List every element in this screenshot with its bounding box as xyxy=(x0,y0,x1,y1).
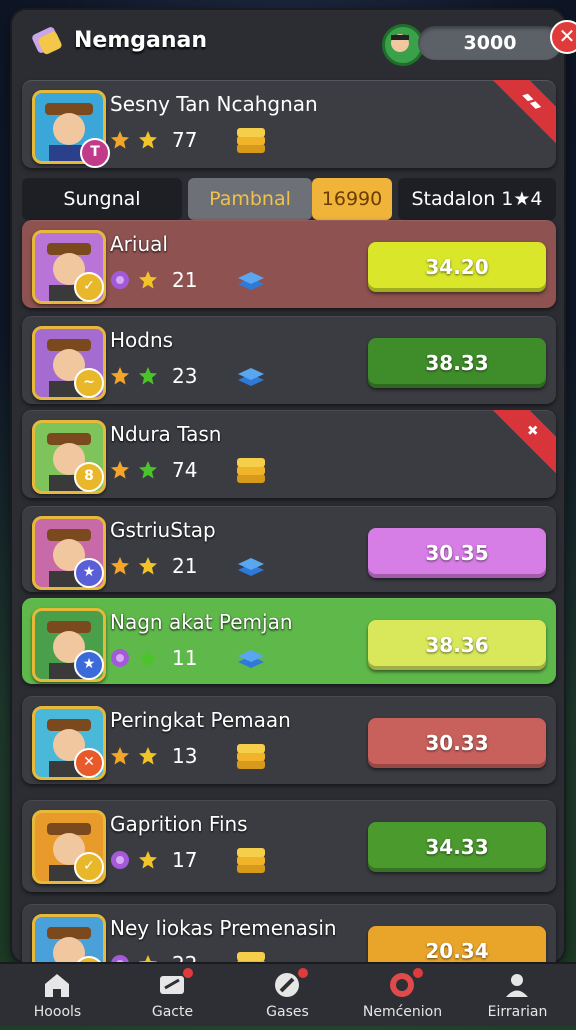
player-row[interactable]: ✓ Ariual 21 34.20 xyxy=(22,220,556,308)
nav-label: Gacte xyxy=(151,1004,194,1020)
corner-ribbon: ✚ xyxy=(487,410,556,476)
rank-badge: ★ xyxy=(74,558,104,588)
score-button[interactable]: 30.35 xyxy=(368,528,546,578)
player-row[interactable]: ~ Hodns 23 38.33 xyxy=(22,316,556,404)
blue-crystal-icon xyxy=(238,650,264,668)
tab-pambnal[interactable]: Pambnal xyxy=(188,178,312,220)
star-icon xyxy=(111,131,129,149)
star-icon xyxy=(139,747,157,765)
player-row[interactable]: 8 Ndura Tasn 74 ✚ xyxy=(22,410,556,498)
rank-badge: ✓ xyxy=(74,272,104,302)
notification-dot xyxy=(183,968,193,978)
notification-dot xyxy=(413,968,423,978)
rank-badge: 8 xyxy=(74,462,104,492)
player-stat: 17 xyxy=(172,848,198,872)
nav-label: Eirrarian xyxy=(487,1004,548,1020)
profile-name: Sesny Tan Ncahgnan xyxy=(110,92,318,116)
score-button[interactable]: 34.33 xyxy=(368,822,546,872)
rank-badge: ~ xyxy=(74,368,104,398)
player-name: Gaprition Fins xyxy=(110,812,248,836)
nav-item[interactable]: Nemćenion xyxy=(345,964,460,1026)
player-stat: 21 xyxy=(172,554,198,578)
rank-badge: ★ xyxy=(74,650,104,680)
coin-balance: 3000 xyxy=(418,26,562,60)
player-row[interactable]: ★ GstriuStap 21 30.35 xyxy=(22,506,556,592)
nav-item[interactable]: Gases xyxy=(230,964,345,1026)
page-title: Nemganan xyxy=(74,28,208,53)
star-icon xyxy=(111,461,129,479)
score-button[interactable]: 30.33 xyxy=(368,718,546,768)
star-icon xyxy=(139,649,157,667)
player-stat: 21 xyxy=(172,268,198,292)
player-stat: 23 xyxy=(172,364,198,388)
purple-gem-icon xyxy=(111,271,129,289)
star-icon xyxy=(111,367,129,385)
tab-count[interactable]: 16990 xyxy=(312,178,392,220)
bottom-navigation: Hoools Gacte Gases Nemćenion Eirrarian xyxy=(0,962,576,1026)
corner-ribbon: ▰▰ xyxy=(487,80,556,146)
filter-tabs: Sungnal Pambnal 16990 Stadalon 1★4 xyxy=(22,178,556,220)
player-name: Ariual xyxy=(110,232,168,256)
rank-badge: ✕ xyxy=(74,748,104,778)
close-button[interactable]: ✕ xyxy=(550,20,576,54)
star-icon xyxy=(111,557,129,575)
coin-stack-icon xyxy=(237,128,265,153)
star-icon xyxy=(111,747,129,765)
player-name: Ney Iiokas Premenasin xyxy=(110,916,337,940)
player-stat: 13 xyxy=(172,744,198,768)
nav-item[interactable]: Hoools xyxy=(0,964,115,1026)
player-name: Ndura Tasn xyxy=(110,422,222,446)
player-stat: 74 xyxy=(172,458,198,482)
score-button[interactable]: 38.33 xyxy=(368,338,546,388)
blue-crystal-icon xyxy=(238,272,264,290)
home-icon xyxy=(45,974,69,997)
notification-dot xyxy=(298,968,308,978)
user-face-icon xyxy=(391,34,409,52)
profile-card[interactable]: T Sesny Tan Ncahgnan 77 ▰▰ xyxy=(22,80,556,168)
profile-score: 77 xyxy=(172,128,198,152)
coin-stack-icon xyxy=(237,744,265,769)
blue-crystal-icon xyxy=(238,368,264,386)
player-name: Peringkat Pemaan xyxy=(110,708,291,732)
nav-label: Nemćenion xyxy=(362,1004,443,1020)
purple-gem-icon xyxy=(111,851,129,869)
header-bar: Nemganan 3000 ✕ xyxy=(12,14,576,72)
nav-item[interactable]: Gacte xyxy=(115,964,230,1026)
coin-stack-icon xyxy=(237,848,265,873)
tab-sungnal[interactable]: Sungnal xyxy=(22,178,182,220)
nav-item[interactable]: Eirrarian xyxy=(460,964,575,1026)
score-button[interactable]: 38.36 xyxy=(368,620,546,670)
player-row[interactable]: ★ Nagn akat Pemjan 11 38.36 xyxy=(22,598,556,684)
star-icon xyxy=(139,851,157,869)
star-icon xyxy=(139,131,157,149)
player-stat: 11 xyxy=(172,646,198,670)
tab-stadalon[interactable]: Stadalon 1★4 xyxy=(398,178,556,220)
player-name: Nagn akat Pemjan xyxy=(110,610,293,634)
game-logo-icon xyxy=(32,27,62,55)
player-row[interactable]: ✕ Peringkat Pemaan 13 30.33 xyxy=(22,696,556,784)
player-name: GstriuStap xyxy=(110,518,216,542)
star-icon xyxy=(139,271,157,289)
rank-badge: ✓ xyxy=(74,852,104,882)
star-icon xyxy=(139,461,157,479)
profile-icon xyxy=(506,974,528,997)
purple-gem-icon xyxy=(111,649,129,667)
score-button[interactable]: 34.20 xyxy=(368,242,546,292)
blue-crystal-icon xyxy=(238,558,264,576)
coin-stack-icon xyxy=(237,458,265,483)
player-name: Hodns xyxy=(110,328,174,352)
rank-badge: T xyxy=(80,138,110,168)
star-icon xyxy=(139,367,157,385)
nav-label: Hoools xyxy=(33,1004,82,1020)
star-icon xyxy=(139,557,157,575)
nav-label: Gases xyxy=(266,1004,309,1020)
player-row[interactable]: ✓ Gaprition Fins 17 34.33 xyxy=(22,800,556,892)
